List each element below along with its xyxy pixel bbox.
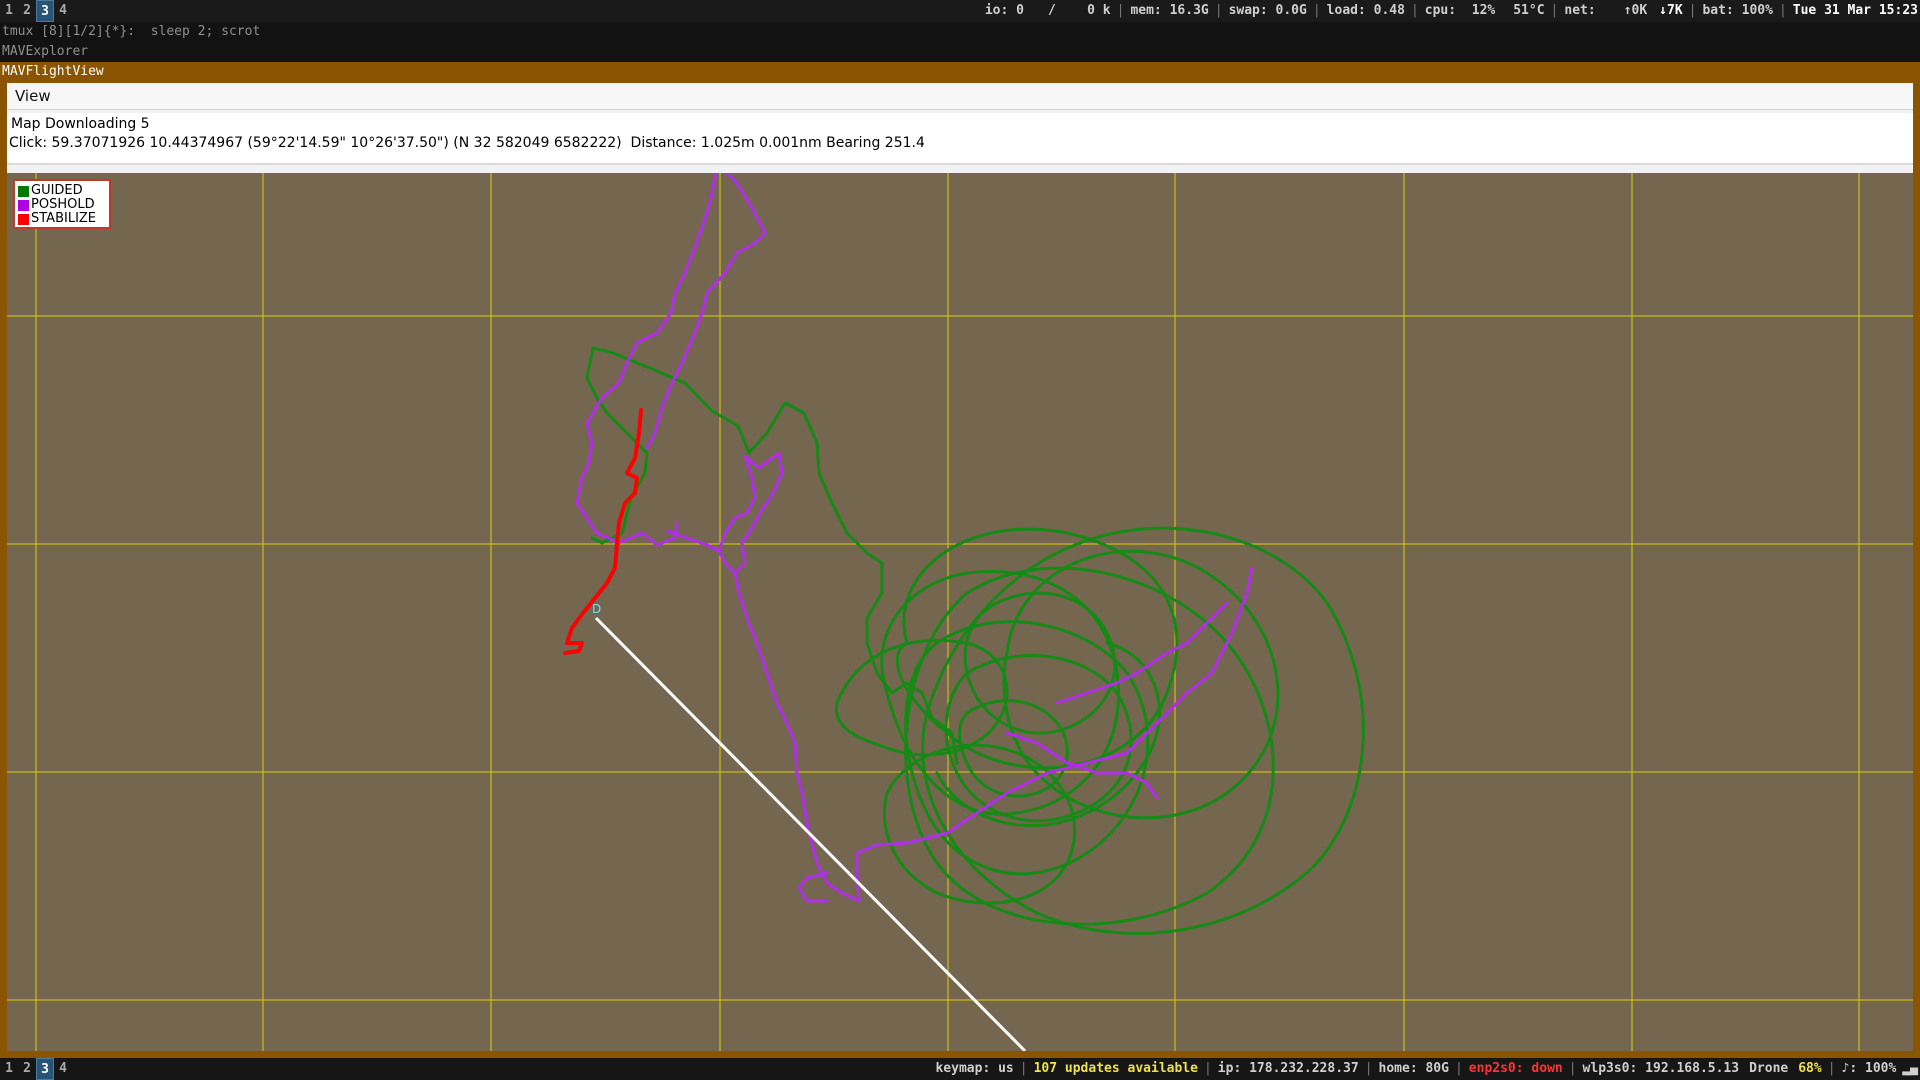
click-info: Click: 59.37071926 10.44374967 (59°22'14… (9, 135, 925, 151)
net-status: net: (1564, 3, 1596, 18)
guided-path (904, 620, 1150, 876)
workspace-2-button[interactable]: 2 (18, 0, 36, 22)
battery-status: bat: 100% (1702, 3, 1773, 18)
io-rate: / 0 k (1048, 3, 1111, 18)
flight-map[interactable]: D (7, 173, 1913, 1051)
map-grid (7, 173, 1913, 1051)
menu-bar: View (7, 83, 1913, 110)
temp-status: 51°C (1513, 3, 1545, 18)
legend-guided-label: GUIDED (31, 183, 83, 198)
volume-status: ♪: 100% (1841, 1061, 1897, 1076)
swap-status: swap: 0.0G (1228, 3, 1307, 18)
legend-stabilize-swatch (18, 213, 29, 225)
legend-poshold: POSHOLD (18, 198, 106, 212)
signal-icon: ▂▄ (1902, 1061, 1918, 1076)
poshold-track (575, 173, 1254, 903)
guided-path (944, 654, 1133, 823)
workspace-3-button[interactable]: 3 (36, 0, 54, 22)
updates-status[interactable]: 107 updates available (1034, 1058, 1198, 1080)
info-panel: Map Downloading 5 Click: 59.37071926 10.… (7, 113, 1913, 165)
poshold-path (665, 451, 784, 575)
home-marker: D (592, 602, 601, 616)
top-status-bar: 1 2 3 4 io: 0 / 0 k | mem: 16.3G | swap:… (0, 0, 1920, 22)
stabilize-path (563, 408, 643, 655)
bottom-workspace-3-button[interactable]: 3 (36, 1058, 54, 1080)
workspace-4-button[interactable]: 4 (54, 0, 72, 22)
mavflightview-app: View Map Downloading 5 Click: 59.3707192… (7, 83, 1913, 1051)
bottom-workspace-4-button[interactable]: 4 (54, 1058, 72, 1080)
guided-path (958, 699, 1069, 798)
tmux-status-line: tmux [8][1/2]{*}: sleep 2; scrot (0, 22, 1920, 42)
home-disk-status: home: 80G (1378, 1061, 1449, 1076)
legend-stabilize: STABILIZE (18, 212, 106, 226)
bottom-workspace-2-button[interactable]: 2 (18, 1058, 36, 1080)
window-title[interactable]: MAVFlightView (0, 62, 1920, 81)
net-down: ↓7K (1659, 3, 1683, 18)
poshold-path (855, 566, 1254, 903)
legend-poshold-label: POSHOLD (31, 197, 95, 212)
cpu-status: cpu: 12% (1424, 3, 1496, 18)
download-status: Map Downloading 5 (11, 116, 150, 132)
legend-guided-swatch (18, 185, 29, 197)
guided-track (585, 346, 1365, 935)
tmux-window-name: MAVExplorer (0, 42, 1920, 62)
legend-stabilize-label: STABILIZE (31, 211, 97, 226)
mem-status: mem: 16.3G (1130, 3, 1209, 18)
flight-mode-legend: GUIDED POSHOLD STABILIZE (13, 179, 111, 229)
keymap-status: keymap: us (935, 1061, 1014, 1076)
stabilize-track (563, 408, 643, 655)
workspace-1-button[interactable]: 1 (0, 0, 18, 22)
wifi-strength: 68% (1798, 1061, 1822, 1076)
wifi-name: Drone (1749, 1061, 1789, 1076)
io-status: io: 0 (984, 3, 1024, 18)
bottom-system-status: keymap: us | 107 updates available | ip:… (935, 1058, 1918, 1080)
legend-guided: GUIDED (18, 184, 106, 198)
window-frame: View Map Downloading 5 Click: 59.3707192… (0, 81, 1920, 1058)
ip-status: ip: 178.232.228.37 (1217, 1061, 1359, 1076)
map-canvas[interactable]: D GUIDED POSHOLD STABILIZE (7, 173, 1913, 1051)
clock: Tue 31 Mar 15:23 (1792, 3, 1918, 18)
poshold-path (575, 173, 718, 547)
system-status: io: 0 / 0 k | mem: 16.3G | swap: 0.0G | … (985, 0, 1918, 22)
guided-path (1002, 549, 1280, 820)
bottom-workspace-1-button[interactable]: 1 (0, 1058, 18, 1080)
ethernet-status: enp2s0: down (1468, 1061, 1563, 1076)
load-status: load: 0.48 (1326, 3, 1405, 18)
legend-poshold-swatch (18, 199, 29, 211)
workspace-switcher: 1 2 3 4 (0, 0, 72, 22)
net-up: ↑0K (1623, 3, 1648, 18)
poshold-path (733, 571, 861, 903)
bottom-status-bar: 1 2 3 4 keymap: us | 107 updates availab… (0, 1058, 1920, 1080)
bottom-workspace-switcher: 1 2 3 4 (0, 1058, 72, 1080)
view-menu[interactable]: View (15, 87, 51, 105)
wifi-status: wlp3s0: 192.168.5.13 (1582, 1061, 1740, 1076)
